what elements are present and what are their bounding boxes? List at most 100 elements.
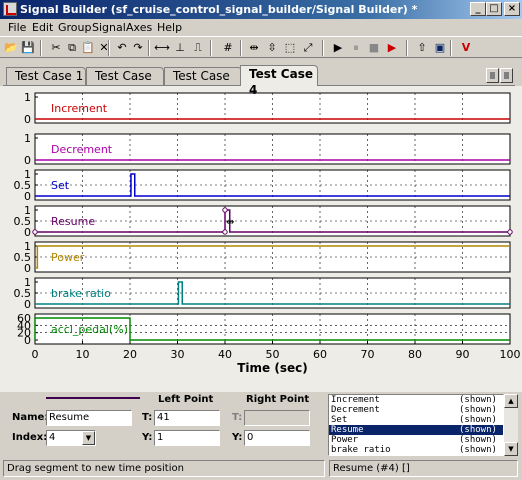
right-t-label: T: [232, 412, 243, 423]
menu-edit[interactable]: Edit [32, 21, 53, 34]
y-tick-label: 1 [24, 132, 31, 145]
menu-signal[interactable]: Signal [92, 21, 126, 34]
index-select[interactable]: 4 ▼ [46, 430, 96, 446]
left-t-field[interactable]: 41 [154, 410, 220, 426]
menu-file[interactable]: File [8, 21, 26, 34]
right-y-field[interactable]: 0 [244, 430, 310, 446]
signal-status: (shown) [459, 445, 497, 455]
run-all-icon[interactable]: ▶ [384, 40, 400, 56]
tab-test-case-2[interactable]: Test Case 2 [86, 67, 164, 99]
signal-label: Increment [51, 102, 108, 115]
menu-axes[interactable]: Axes [126, 21, 152, 34]
name-field[interactable]: Resume [46, 410, 132, 426]
signal-plot-area[interactable]: 1 0 Increment 1 0 Decrement 1 0.5 0 Set 1 0.5 0 Resum… [0, 86, 522, 392]
chevron-down-icon[interactable]: ▼ [82, 431, 95, 445]
list-item[interactable]: Resume (shown) [329, 425, 503, 435]
selected-point-marker [507, 229, 513, 235]
menu-group[interactable]: Group [58, 21, 92, 34]
x-tick-label: 100 [500, 348, 521, 361]
signal-status: (shown) [459, 425, 497, 435]
snap-vertical-icon[interactable]: ⇳ [264, 40, 280, 56]
open-icon[interactable]: 📂 [3, 40, 19, 56]
signal-list[interactable]: Increment (shown) Decrement (shown) Set (show… [328, 394, 504, 456]
title-bar: Signal Builder (sf_cruise_control_signal… [0, 0, 522, 19]
selected-point-marker [222, 229, 228, 235]
selected-point-marker [32, 229, 38, 235]
tab-scroll-right-button[interactable] [500, 68, 513, 83]
left-y-label: Y: [142, 432, 153, 443]
maximize-button[interactable]: □ [486, 2, 502, 16]
step-icon[interactable]: ⊥ [172, 40, 188, 56]
x-tick-label: 60 [313, 348, 327, 361]
tab-test-case-3[interactable]: Test Case 3 [164, 67, 242, 99]
zoom-fit-icon[interactable]: ⤢ [300, 40, 316, 56]
toolbar-separator [240, 40, 242, 56]
x-tick-label: 20 [123, 348, 137, 361]
signal-name: Resume [331, 425, 364, 435]
signal-builder-icon [3, 2, 17, 16]
save-icon[interactable]: 💾 [20, 40, 36, 56]
signal-status: (shown) [459, 405, 497, 415]
right-y-label: Y: [232, 432, 243, 443]
close-button[interactable]: × [504, 2, 520, 16]
start-icon[interactable]: ▶ [330, 40, 346, 56]
toolbar-separator [148, 40, 150, 56]
signal-label: brake ratio [51, 287, 111, 300]
pulse-icon[interactable]: ⎍ [190, 40, 206, 56]
zoom-box-icon[interactable]: ⬚ [282, 40, 298, 56]
right-t-field [244, 410, 310, 426]
list-item[interactable]: Decrement (shown) [329, 405, 503, 415]
signal-label: accl_pedal(%) [51, 323, 128, 336]
signal-chart[interactable]: 10Increment10Decrement10.50Set10.50Resum… [0, 86, 522, 392]
undo-icon[interactable]: ↶ [114, 40, 130, 56]
legend-line [46, 397, 140, 399]
move-up-icon[interactable]: ⇧ [414, 40, 430, 56]
y-tick-label: 0 [24, 190, 31, 203]
list-item[interactable]: brake ratio (shown) [329, 445, 503, 455]
signal-name: Decrement [331, 405, 380, 415]
scroll-up-icon[interactable]: ▲ [504, 394, 518, 408]
y-tick-label: 0 [24, 154, 31, 167]
y-tick-label: 0 [24, 262, 31, 275]
paste-icon[interactable]: 📋 [80, 40, 96, 56]
stop-icon[interactable]: ■ [366, 40, 382, 56]
signal-list-scrollbar[interactable]: ▲ ▼ [504, 394, 518, 456]
menu-bar: File Edit Group Signal Axes Help [0, 19, 522, 36]
left-t-label: T: [142, 412, 153, 423]
toolbar-separator [108, 40, 110, 56]
y-tick-label: 0 [24, 113, 31, 126]
tab-test-case-4[interactable]: Test Case 4 [240, 65, 318, 97]
signal-label: Resume [51, 215, 95, 228]
snap-horizontal-icon[interactable]: ⇹ [246, 40, 262, 56]
index-value: 4 [49, 432, 56, 443]
toolbar-separator [406, 40, 408, 56]
tab-test-case-1[interactable]: Test Case 1 [6, 67, 86, 85]
toolbar-separator [322, 40, 324, 56]
grid-icon[interactable]: # [220, 40, 236, 56]
copy-icon[interactable]: ⧉ [64, 40, 80, 56]
scroll-down-icon[interactable]: ▼ [504, 442, 518, 456]
cut-icon[interactable]: ✂ [48, 40, 64, 56]
tab-scroll-left-button[interactable] [486, 68, 499, 83]
menu-help[interactable]: Help [157, 21, 182, 34]
list-item[interactable]: Power (shown) [329, 435, 503, 445]
list-item[interactable]: Increment (shown) [329, 395, 503, 405]
x-tick-label: 90 [456, 348, 470, 361]
x-tick-label: 0 [32, 348, 39, 361]
toolbar-separator [40, 40, 42, 56]
y-tick-label: 0 [24, 334, 31, 347]
minimize-button[interactable]: _ [470, 2, 486, 16]
name-label: Name: [12, 412, 49, 423]
signal-name: Increment [331, 395, 380, 405]
signal-name: Set [331, 415, 348, 425]
block-icon[interactable]: ▣ [432, 40, 448, 56]
x-tick-label: 80 [408, 348, 422, 361]
left-y-field[interactable]: 1 [154, 430, 220, 446]
redo-icon[interactable]: ↷ [130, 40, 146, 56]
constant-segment-icon[interactable]: ⟷ [154, 40, 170, 56]
x-tick-label: 50 [266, 348, 280, 361]
signal-name: brake ratio [331, 445, 391, 455]
list-item[interactable]: Set (shown) [329, 415, 503, 425]
pause-icon[interactable]: ⏸ [348, 40, 364, 56]
verify-icon[interactable]: V [458, 40, 474, 56]
